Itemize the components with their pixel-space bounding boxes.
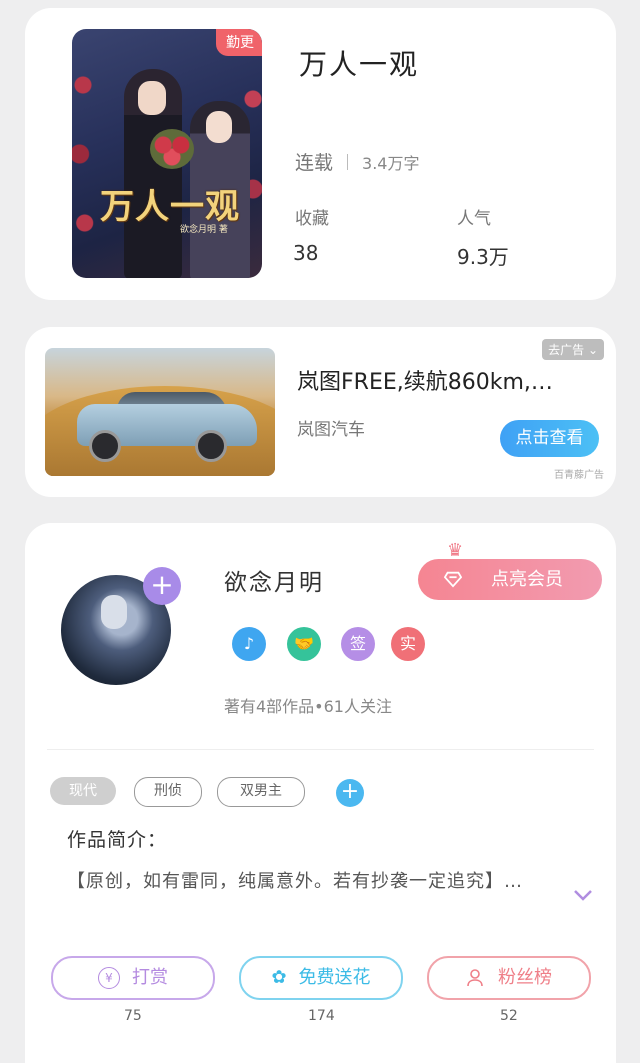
tip-count: 75 bbox=[124, 1008, 142, 1024]
author-card: + 欲念月明 ♛ 点亮会员 ♪ 🤝 签 实 著有4部作品•61人关注 现代 刑侦… bbox=[25, 523, 616, 1063]
tip-button[interactable]: ¥ 打赏 bbox=[51, 956, 215, 1000]
ad-car-wheel-rear bbox=[195, 430, 227, 462]
tag-double-male[interactable]: 双男主 bbox=[217, 777, 305, 807]
intro-text[interactable]: 【原创，如有雷同，纯属意外。若有抄袭一定追究】… bbox=[67, 867, 567, 897]
member-button-label: 点亮会员 bbox=[491, 569, 563, 590]
author-works-line: 著有4部作品•61人关注 bbox=[224, 697, 392, 716]
word-count: 3.4万字 bbox=[362, 153, 420, 173]
flower-count: 174 bbox=[308, 1008, 335, 1024]
book-cover[interactable]: 万人一观 欲念月明 著 勤更 bbox=[72, 29, 262, 278]
sign-badge[interactable]: 签 bbox=[341, 627, 375, 661]
ad-source: 百青藤广告 bbox=[554, 470, 604, 481]
fan-ranking-label: 粉丝榜 bbox=[498, 967, 552, 988]
member-button[interactable]: 点亮会员 bbox=[418, 559, 602, 600]
book-title: 万人一观 bbox=[299, 48, 420, 81]
chevron-down-icon: ⌄ bbox=[587, 343, 598, 357]
real-name-badge[interactable]: 实 bbox=[391, 627, 425, 661]
serial-status: 连载 bbox=[295, 152, 334, 174]
popularity-value: 9.3万 bbox=[457, 245, 509, 269]
cover-bouquet bbox=[150, 129, 194, 169]
ad-card[interactable]: 岚图FREE,续航860km,… 岚图汽车 去广告 ⌄ 点击查看 百青藤广告 bbox=[25, 327, 616, 497]
ad-view-button[interactable]: 点击查看 bbox=[500, 420, 599, 457]
cover-face-left bbox=[138, 81, 166, 115]
cover-author: 欲念月明 著 bbox=[180, 225, 228, 235]
music-note-icon[interactable]: ♪ bbox=[232, 627, 266, 661]
send-flower-label: 免费送花 bbox=[298, 967, 371, 988]
user-icon bbox=[467, 969, 483, 987]
send-flower-button[interactable]: ✿ 免费送花 bbox=[239, 956, 403, 1000]
remove-ad-button[interactable]: 去广告 ⌄ bbox=[542, 339, 604, 360]
favorites-value: 38 bbox=[293, 241, 319, 265]
favorites-label: 收藏 bbox=[295, 209, 329, 229]
fan-count: 52 bbox=[500, 1008, 518, 1024]
tag-crime[interactable]: 刑侦 bbox=[134, 777, 202, 807]
status-divider bbox=[347, 153, 349, 170]
tag-modern[interactable]: 现代 bbox=[50, 777, 116, 805]
update-badge: 勤更 bbox=[216, 29, 262, 56]
ad-car-image[interactable] bbox=[45, 348, 275, 476]
cover-roses-left bbox=[72, 39, 100, 269]
cover-title: 万人一观 bbox=[100, 187, 240, 227]
remove-ad-label: 去广告 bbox=[548, 343, 585, 357]
author-name[interactable]: 欲念月明 bbox=[224, 563, 324, 597]
flower-icon: ✿ bbox=[271, 967, 287, 988]
add-tag-plus-icon[interactable]: + bbox=[336, 779, 364, 807]
crown-icon: ♛ bbox=[447, 540, 464, 561]
expand-chevron-icon[interactable] bbox=[574, 889, 592, 901]
ad-car-wheel-front bbox=[89, 430, 121, 462]
book-status-row: 连载 3.4万字 bbox=[295, 148, 419, 175]
section-divider bbox=[47, 749, 594, 750]
cover-face-right bbox=[206, 111, 232, 143]
book-info-card: 万人一观 欲念月明 著 勤更 万人一观 连载 3.4万字 收藏 38 人气 9.… bbox=[25, 8, 616, 300]
ad-brand: 岚图汽车 bbox=[297, 420, 365, 440]
follow-plus-icon[interactable]: + bbox=[143, 567, 181, 605]
intro-label: 作品简介： bbox=[67, 829, 168, 851]
yen-coin-icon: ¥ bbox=[98, 967, 120, 989]
handshake-icon[interactable]: 🤝 bbox=[287, 627, 321, 661]
diamond-icon bbox=[444, 571, 462, 588]
popularity-label: 人气 bbox=[457, 209, 491, 229]
ad-title[interactable]: 岚图FREE,续航860km,… bbox=[297, 364, 553, 396]
tip-label: 打赏 bbox=[132, 967, 168, 988]
fan-ranking-button[interactable]: 粉丝榜 bbox=[427, 956, 591, 1000]
